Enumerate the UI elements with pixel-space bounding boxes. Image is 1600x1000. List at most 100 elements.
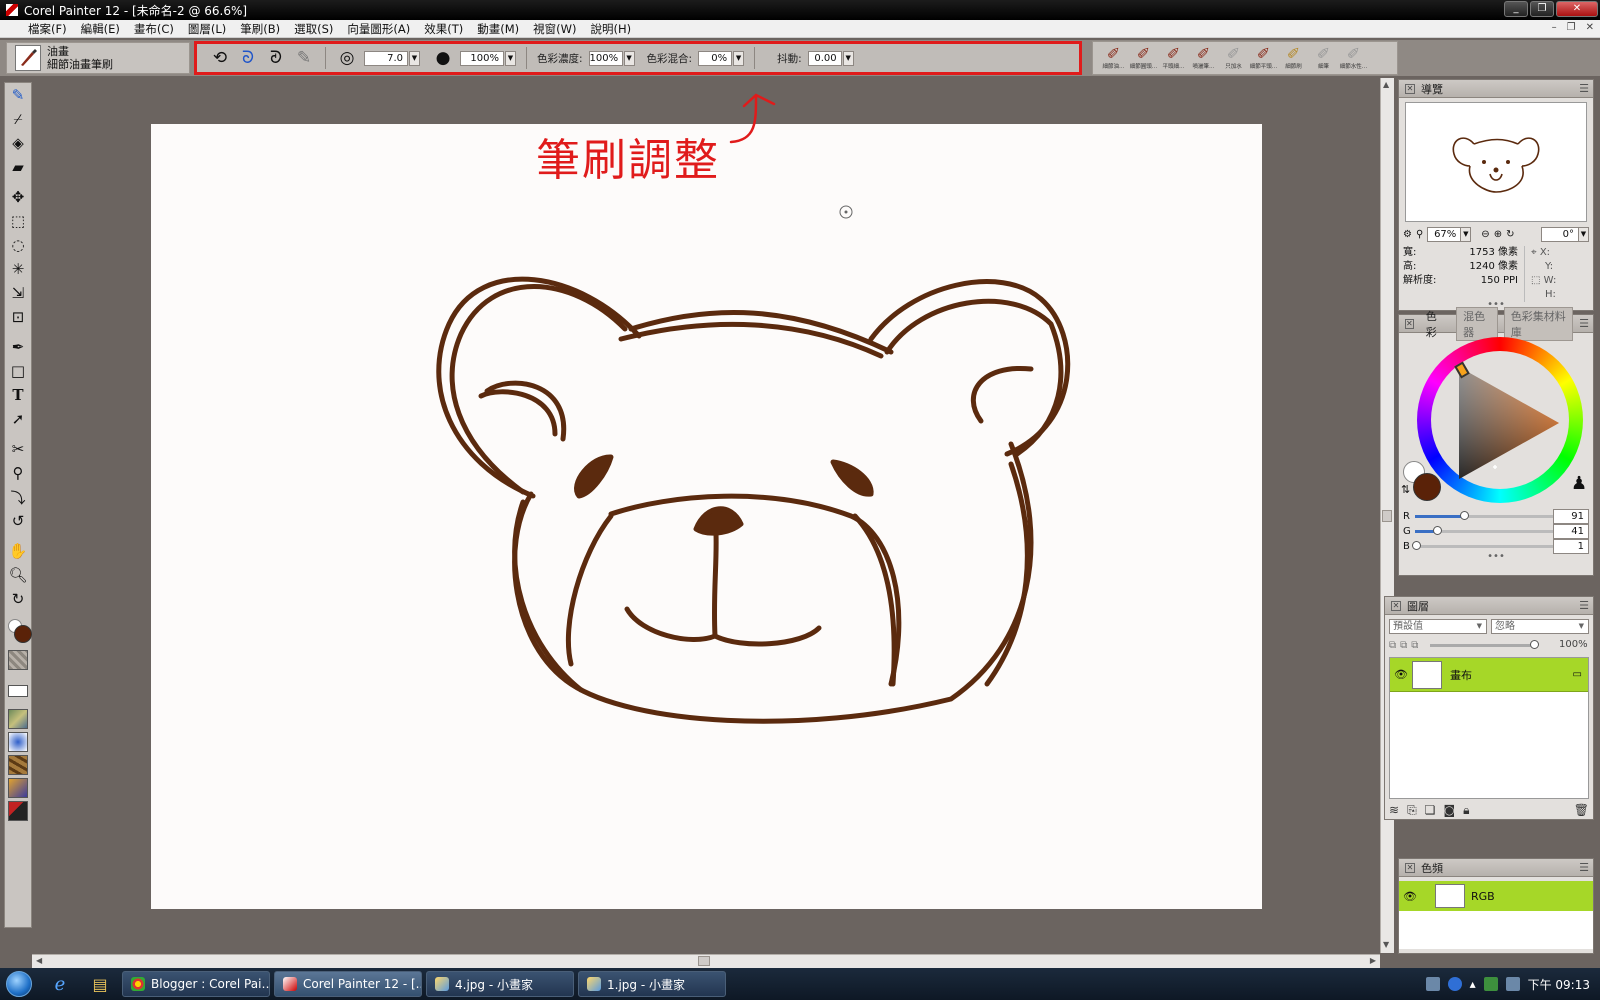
menu-select[interactable]: 選取(S) xyxy=(287,21,340,37)
color-swatches[interactable] xyxy=(5,617,32,647)
doc-minimize-button[interactable]: – xyxy=(1552,22,1557,33)
menu-movie[interactable]: 動畫(M) xyxy=(470,21,526,37)
pen-tool-icon[interactable]: ✒ xyxy=(5,335,31,359)
panel-menu-icon[interactable]: ☰ xyxy=(1579,861,1589,874)
freehand-stroke-icon[interactable]: ᘐ xyxy=(237,47,259,69)
scroll-up-icon[interactable]: ▲ xyxy=(1383,80,1389,89)
brush-preset[interactable]: ✐ 平頭細… xyxy=(1159,44,1188,71)
layer-row[interactable]: 👁︎ 畫布 ▭ xyxy=(1390,658,1588,692)
scroll-left-icon[interactable]: ◀ xyxy=(36,956,42,965)
zoom-in-icon[interactable]: ⊕ xyxy=(1494,229,1502,240)
close-panel-icon[interactable]: ✕ xyxy=(1405,83,1415,94)
opacity-dropdown[interactable]: ▼ xyxy=(505,50,516,66)
start-button[interactable] xyxy=(0,968,38,1000)
menu-file[interactable]: 檔案(F) xyxy=(8,21,74,37)
shape-selection-icon[interactable]: ➚ xyxy=(5,407,31,431)
main-color-swatch[interactable] xyxy=(1413,473,1441,501)
gradient-selector-icon[interactable] xyxy=(8,732,28,752)
brush-ghost-icon[interactable]: ✎ xyxy=(293,47,315,69)
jitter-dropdown[interactable]: ▼ xyxy=(842,50,854,66)
horizontal-scrollbar[interactable]: ◀ ▶ xyxy=(32,954,1380,968)
help-icon[interactable] xyxy=(1447,977,1462,991)
brush-preset[interactable]: ✐ 細節刷 xyxy=(1279,44,1308,71)
menu-layers[interactable]: 圖層(L) xyxy=(181,21,233,37)
drawing-canvas[interactable] xyxy=(151,124,1262,909)
magic-wand-icon[interactable]: ✳ xyxy=(5,257,31,281)
taskbar-item-painter[interactable]: Corel Painter 12 - [... xyxy=(274,971,422,997)
dropper-tool-icon[interactable]: ⌿ xyxy=(5,107,31,131)
paper-selector-icon[interactable] xyxy=(8,650,28,670)
vertical-scroll-thumb[interactable] xyxy=(1382,510,1392,522)
menu-effects[interactable]: 效果(T) xyxy=(417,21,470,37)
channel-row[interactable]: 👁︎ RGB xyxy=(1399,881,1593,911)
weave-selector-icon[interactable] xyxy=(8,755,28,775)
brush-preset[interactable]: ✐ 噴灑筆… xyxy=(1189,44,1218,71)
navigator-preview[interactable] xyxy=(1405,102,1587,222)
b-slider[interactable] xyxy=(1411,541,1553,550)
vertical-scrollbar[interactable]: ▲ ▼ xyxy=(1380,78,1394,953)
g-slider[interactable] xyxy=(1415,526,1553,535)
screen-mode-icon[interactable] xyxy=(8,685,28,697)
crop-tool-icon[interactable]: ⊡ xyxy=(5,305,31,329)
menu-shapes[interactable]: 向量圖形(A) xyxy=(340,21,417,37)
brush-preset[interactable]: ✐ 細節圓頭… xyxy=(1129,44,1158,71)
size-dropdown[interactable]: ▼ xyxy=(409,50,420,66)
minimize-button[interactable]: _ xyxy=(1504,1,1528,17)
doc-restore-button[interactable]: ❐ xyxy=(1567,22,1576,33)
close-panel-icon[interactable]: ✕ xyxy=(1405,318,1414,329)
rotate-page-icon[interactable]: ↻ xyxy=(5,587,31,611)
opacity-field[interactable]: 100% xyxy=(460,50,504,66)
doc-close-button[interactable]: ✕ xyxy=(1586,22,1594,33)
layer-commands-icon[interactable]: ≋ xyxy=(1389,803,1399,818)
r-slider[interactable] xyxy=(1415,511,1553,520)
layer-opacity-slider[interactable] xyxy=(1430,640,1540,649)
panel-menu-icon[interactable]: ☰ xyxy=(1579,599,1589,612)
menu-window[interactable]: 視窗(W) xyxy=(526,21,583,37)
preserve-icon[interactable]: ⧉ xyxy=(1411,640,1418,651)
color-mix-dropdown[interactable]: ▼ xyxy=(733,50,745,66)
taskbar-item-blogger[interactable]: Blogger : Corel Pai… xyxy=(122,971,270,997)
new-layer-icon[interactable]: ❏ xyxy=(1425,803,1436,818)
rectangular-selection-icon[interactable]: ⬚ xyxy=(5,209,31,233)
main-color-swatch[interactable] xyxy=(14,625,32,643)
color-mix-field[interactable]: 0% xyxy=(698,50,733,66)
reset-tool-icon[interactable]: ⟲ xyxy=(209,47,231,69)
close-panel-icon[interactable]: ✕ xyxy=(1391,600,1401,611)
brush-preset[interactable]: ✐ 細節平頭… xyxy=(1249,44,1278,71)
size-field[interactable]: 7.0 xyxy=(364,50,408,66)
scroll-right-icon[interactable]: ▶ xyxy=(1370,956,1376,965)
close-panel-icon[interactable]: ✕ xyxy=(1405,862,1415,873)
eraser-tool-icon[interactable]: ▰ xyxy=(5,155,31,179)
composite-depth-select[interactable]: 忽略 ▼ xyxy=(1491,619,1589,634)
cloner-tool-icon[interactable]: ✂ xyxy=(5,437,31,461)
layer-opacity-value[interactable]: 100% xyxy=(1559,638,1589,653)
zoom-dropdown[interactable]: ▼ xyxy=(1460,226,1472,242)
taskbar-item-paint-4[interactable]: 4.jpg - 小畫家 xyxy=(426,971,574,997)
lock-transparency-icon[interactable]: ⧉ xyxy=(1389,640,1396,651)
panel-menu-icon[interactable]: ☰ xyxy=(1579,82,1589,95)
composite-method-select[interactable]: 預設值 ▼ xyxy=(1389,619,1487,634)
network-icon[interactable] xyxy=(1505,977,1520,991)
grabber-hand-icon[interactable]: ✋ xyxy=(5,539,31,563)
color-concentration-field[interactable]: 100% xyxy=(588,50,623,66)
look-selector-icon[interactable] xyxy=(8,778,28,798)
swap-colors-icon[interactable]: ⇅ xyxy=(1401,483,1410,496)
panel-resize-grip[interactable]: ••• xyxy=(1399,552,1593,564)
pick-up-underlying-icon[interactable]: ⧉ xyxy=(1400,640,1407,651)
show-hidden-icons-icon[interactable]: ▴ xyxy=(1470,977,1476,991)
visibility-eye-icon[interactable]: 👁︎ xyxy=(1399,890,1421,903)
brush-tool-icon[interactable]: ✎ xyxy=(5,83,31,107)
text-tool-icon[interactable]: T xyxy=(5,383,31,407)
navigator-settings-icon[interactable]: ⚙ xyxy=(1403,229,1412,240)
lock-layer-icon[interactable]: 🔒︎ xyxy=(1463,803,1469,818)
lasso-icon[interactable]: ◌ xyxy=(5,233,31,257)
color-concentration-dropdown[interactable]: ▼ xyxy=(623,50,635,66)
brush-preset[interactable]: ✐ 只加水 xyxy=(1219,44,1248,71)
brush-preset[interactable]: ✐ 細節油… xyxy=(1099,44,1128,71)
magnifier-icon[interactable]: 🔍︎ xyxy=(5,563,31,587)
menu-edit[interactable]: 編輯(E) xyxy=(74,21,127,37)
scroll-down-icon[interactable]: ▼ xyxy=(1383,940,1389,949)
keyboard-icon[interactable] xyxy=(1425,977,1440,991)
brush-preset[interactable]: ✐ 細節水性… xyxy=(1339,44,1368,71)
mirror-paint-icon[interactable]: ↺ xyxy=(5,509,31,533)
